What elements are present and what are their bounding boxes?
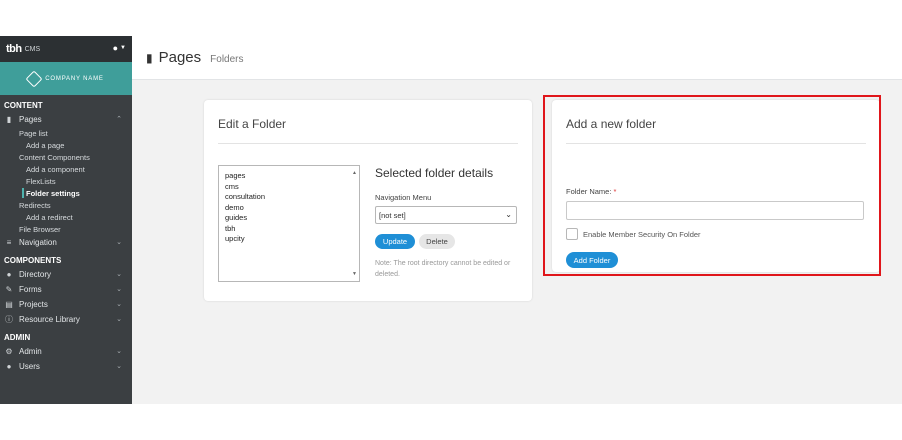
user-menu[interactable]: ● ▼ bbox=[113, 43, 126, 53]
folder-option[interactable]: tbh bbox=[225, 224, 353, 235]
sidebar-subitem-page-list[interactable]: Page list bbox=[0, 127, 132, 139]
sidebar-item-directory[interactable]: ● Directory ⌄ bbox=[0, 267, 132, 282]
navigation-menu-value: [not set] bbox=[379, 211, 406, 220]
sidebar-item-navigation[interactable]: ≡ Navigation ⌄ bbox=[0, 235, 132, 250]
company-name: COMPANY NAME bbox=[45, 75, 104, 82]
sidebar-subitem-file-browser[interactable]: File Browser bbox=[0, 223, 132, 235]
sidebar-subitem-label: Folder settings bbox=[26, 188, 80, 198]
sidebar-subitem-add-redirect[interactable]: Add a redirect bbox=[0, 211, 132, 223]
add-folder-button[interactable]: Add Folder bbox=[566, 252, 618, 268]
sidebar-item-forms[interactable]: ✎ Forms ⌄ bbox=[0, 282, 132, 297]
sidebar-topbar: tbh CMS ● ▼ bbox=[0, 36, 132, 62]
info-icon: ⓘ bbox=[5, 315, 13, 324]
sidebar-item-admin[interactable]: ⚙ Admin ⌄ bbox=[0, 344, 132, 359]
member-security-label[interactable]: Enable Member Security On Folder bbox=[583, 230, 701, 239]
root-directory-note: Note: The root directory cannot be edite… bbox=[375, 260, 511, 278]
user-icon: ● bbox=[112, 43, 119, 53]
chevron-down-icon: ⌄ bbox=[116, 348, 122, 355]
sidebar-item-resource-library[interactable]: ⓘ Resource Library ⌄ bbox=[0, 312, 132, 327]
page-header: ▮ Pages Folders bbox=[132, 36, 902, 80]
chevron-up-icon: ⌃ bbox=[116, 116, 122, 123]
sidebar-item-label: Navigation bbox=[19, 238, 57, 247]
folder-name-label: Folder Name: * bbox=[566, 187, 616, 196]
tbh-logo[interactable]: tbh bbox=[6, 43, 22, 55]
company-logo-icon bbox=[25, 70, 43, 87]
chevron-down-icon: ⌄ bbox=[116, 301, 122, 308]
sidebar-subitem-redirects[interactable]: Redirects bbox=[0, 199, 132, 211]
document-icon: ▮ bbox=[146, 50, 153, 65]
selected-folder-title: Selected folder details bbox=[375, 166, 494, 180]
chevron-down-icon: ⌄ bbox=[116, 363, 122, 370]
folder-listbox[interactable]: pages cms consultation demo guides tbh u… bbox=[218, 165, 360, 282]
chevron-down-icon: ⌄ bbox=[116, 239, 122, 246]
folder-option[interactable]: demo bbox=[225, 203, 353, 214]
chevron-down-icon: ⌄ bbox=[116, 271, 122, 278]
sidebar-item-pages[interactable]: ▮ Pages ⌃ bbox=[0, 112, 132, 127]
sidebar: tbh CMS ● ▼ COMPANY NAME CONTENT ▮ Pages… bbox=[0, 36, 132, 404]
folder-option[interactable]: upcity bbox=[225, 234, 353, 245]
users-icon: ● bbox=[6, 270, 12, 279]
divider bbox=[566, 143, 866, 144]
sidebar-subitem-content-components[interactable]: Content Components bbox=[0, 151, 132, 163]
navigation-menu-select[interactable]: [not set] ⌄ bbox=[375, 206, 517, 224]
sidebar-subitem-folder-settings[interactable]: Folder settings bbox=[0, 187, 132, 199]
add-folder-title: Add a new folder bbox=[566, 117, 657, 131]
document-icon: ▮ bbox=[6, 115, 12, 124]
sidebar-item-label: Projects bbox=[19, 300, 48, 309]
divider bbox=[218, 143, 518, 144]
sidebar-item-users[interactable]: ● Users ⌄ bbox=[0, 359, 132, 374]
chevron-down-icon: ⌄ bbox=[116, 316, 122, 323]
folder-name-label-text: Folder Name: bbox=[566, 187, 612, 196]
sidebar-item-label: Resource Library bbox=[19, 315, 80, 324]
scroll-down-icon[interactable]: ▼ bbox=[352, 269, 357, 280]
breadcrumb: Folders bbox=[210, 53, 244, 65]
pencil-icon: ✎ bbox=[5, 285, 13, 294]
edit-folder-title: Edit a Folder bbox=[218, 117, 287, 131]
folder-name-input[interactable] bbox=[566, 201, 864, 220]
scroll-up-icon[interactable]: ▲ bbox=[352, 168, 357, 179]
list-icon: ▤ bbox=[5, 300, 13, 309]
caret-down-icon: ▼ bbox=[120, 45, 126, 51]
sidebar-subitem-add-component[interactable]: Add a component bbox=[0, 163, 132, 175]
update-button[interactable]: Update bbox=[375, 234, 415, 249]
gear-icon: ⚙ bbox=[5, 347, 13, 356]
cms-screen: tbh CMS ● ▼ COMPANY NAME CONTENT ▮ Pages… bbox=[0, 36, 902, 404]
add-folder-card: Add a new folder Folder Name: * Enable M… bbox=[552, 100, 880, 272]
sidebar-item-label: Directory bbox=[19, 270, 52, 279]
menu-icon: ≡ bbox=[6, 238, 12, 247]
section-components: COMPONENTS bbox=[4, 256, 62, 265]
company-brand: COMPANY NAME bbox=[0, 62, 132, 95]
folder-option[interactable]: consultation bbox=[225, 192, 353, 203]
sidebar-item-projects[interactable]: ▤ Projects ⌄ bbox=[0, 297, 132, 312]
section-admin: ADMIN bbox=[4, 333, 31, 342]
folder-option[interactable]: pages bbox=[225, 171, 353, 182]
delete-button[interactable]: Delete bbox=[419, 234, 455, 249]
sidebar-subitem-add-page[interactable]: Add a page bbox=[0, 139, 132, 151]
page-title: Pages bbox=[158, 49, 202, 66]
sidebar-item-label: Pages bbox=[19, 115, 42, 124]
edit-folder-card: Edit a Folder pages cms consultation dem… bbox=[204, 100, 532, 301]
sidebar-subitem-flexlists[interactable]: FlexLists bbox=[0, 175, 132, 187]
chevron-down-icon: ⌄ bbox=[505, 210, 512, 219]
sidebar-item-label: Forms bbox=[19, 285, 42, 294]
logo-suffix: CMS bbox=[24, 45, 41, 53]
main-content: Edit a Folder pages cms consultation dem… bbox=[132, 80, 902, 404]
required-marker: * bbox=[613, 187, 617, 196]
section-content: CONTENT bbox=[4, 101, 43, 110]
user-cog-icon: ● bbox=[6, 362, 12, 371]
navigation-menu-label: Navigation Menu bbox=[375, 193, 432, 202]
folder-option[interactable]: cms bbox=[225, 182, 353, 193]
folder-option[interactable]: guides bbox=[225, 213, 353, 224]
sidebar-item-label: Admin bbox=[19, 347, 42, 356]
chevron-down-icon: ⌄ bbox=[116, 286, 122, 293]
sidebar-item-label: Users bbox=[19, 362, 40, 371]
member-security-checkbox[interactable] bbox=[566, 228, 578, 240]
